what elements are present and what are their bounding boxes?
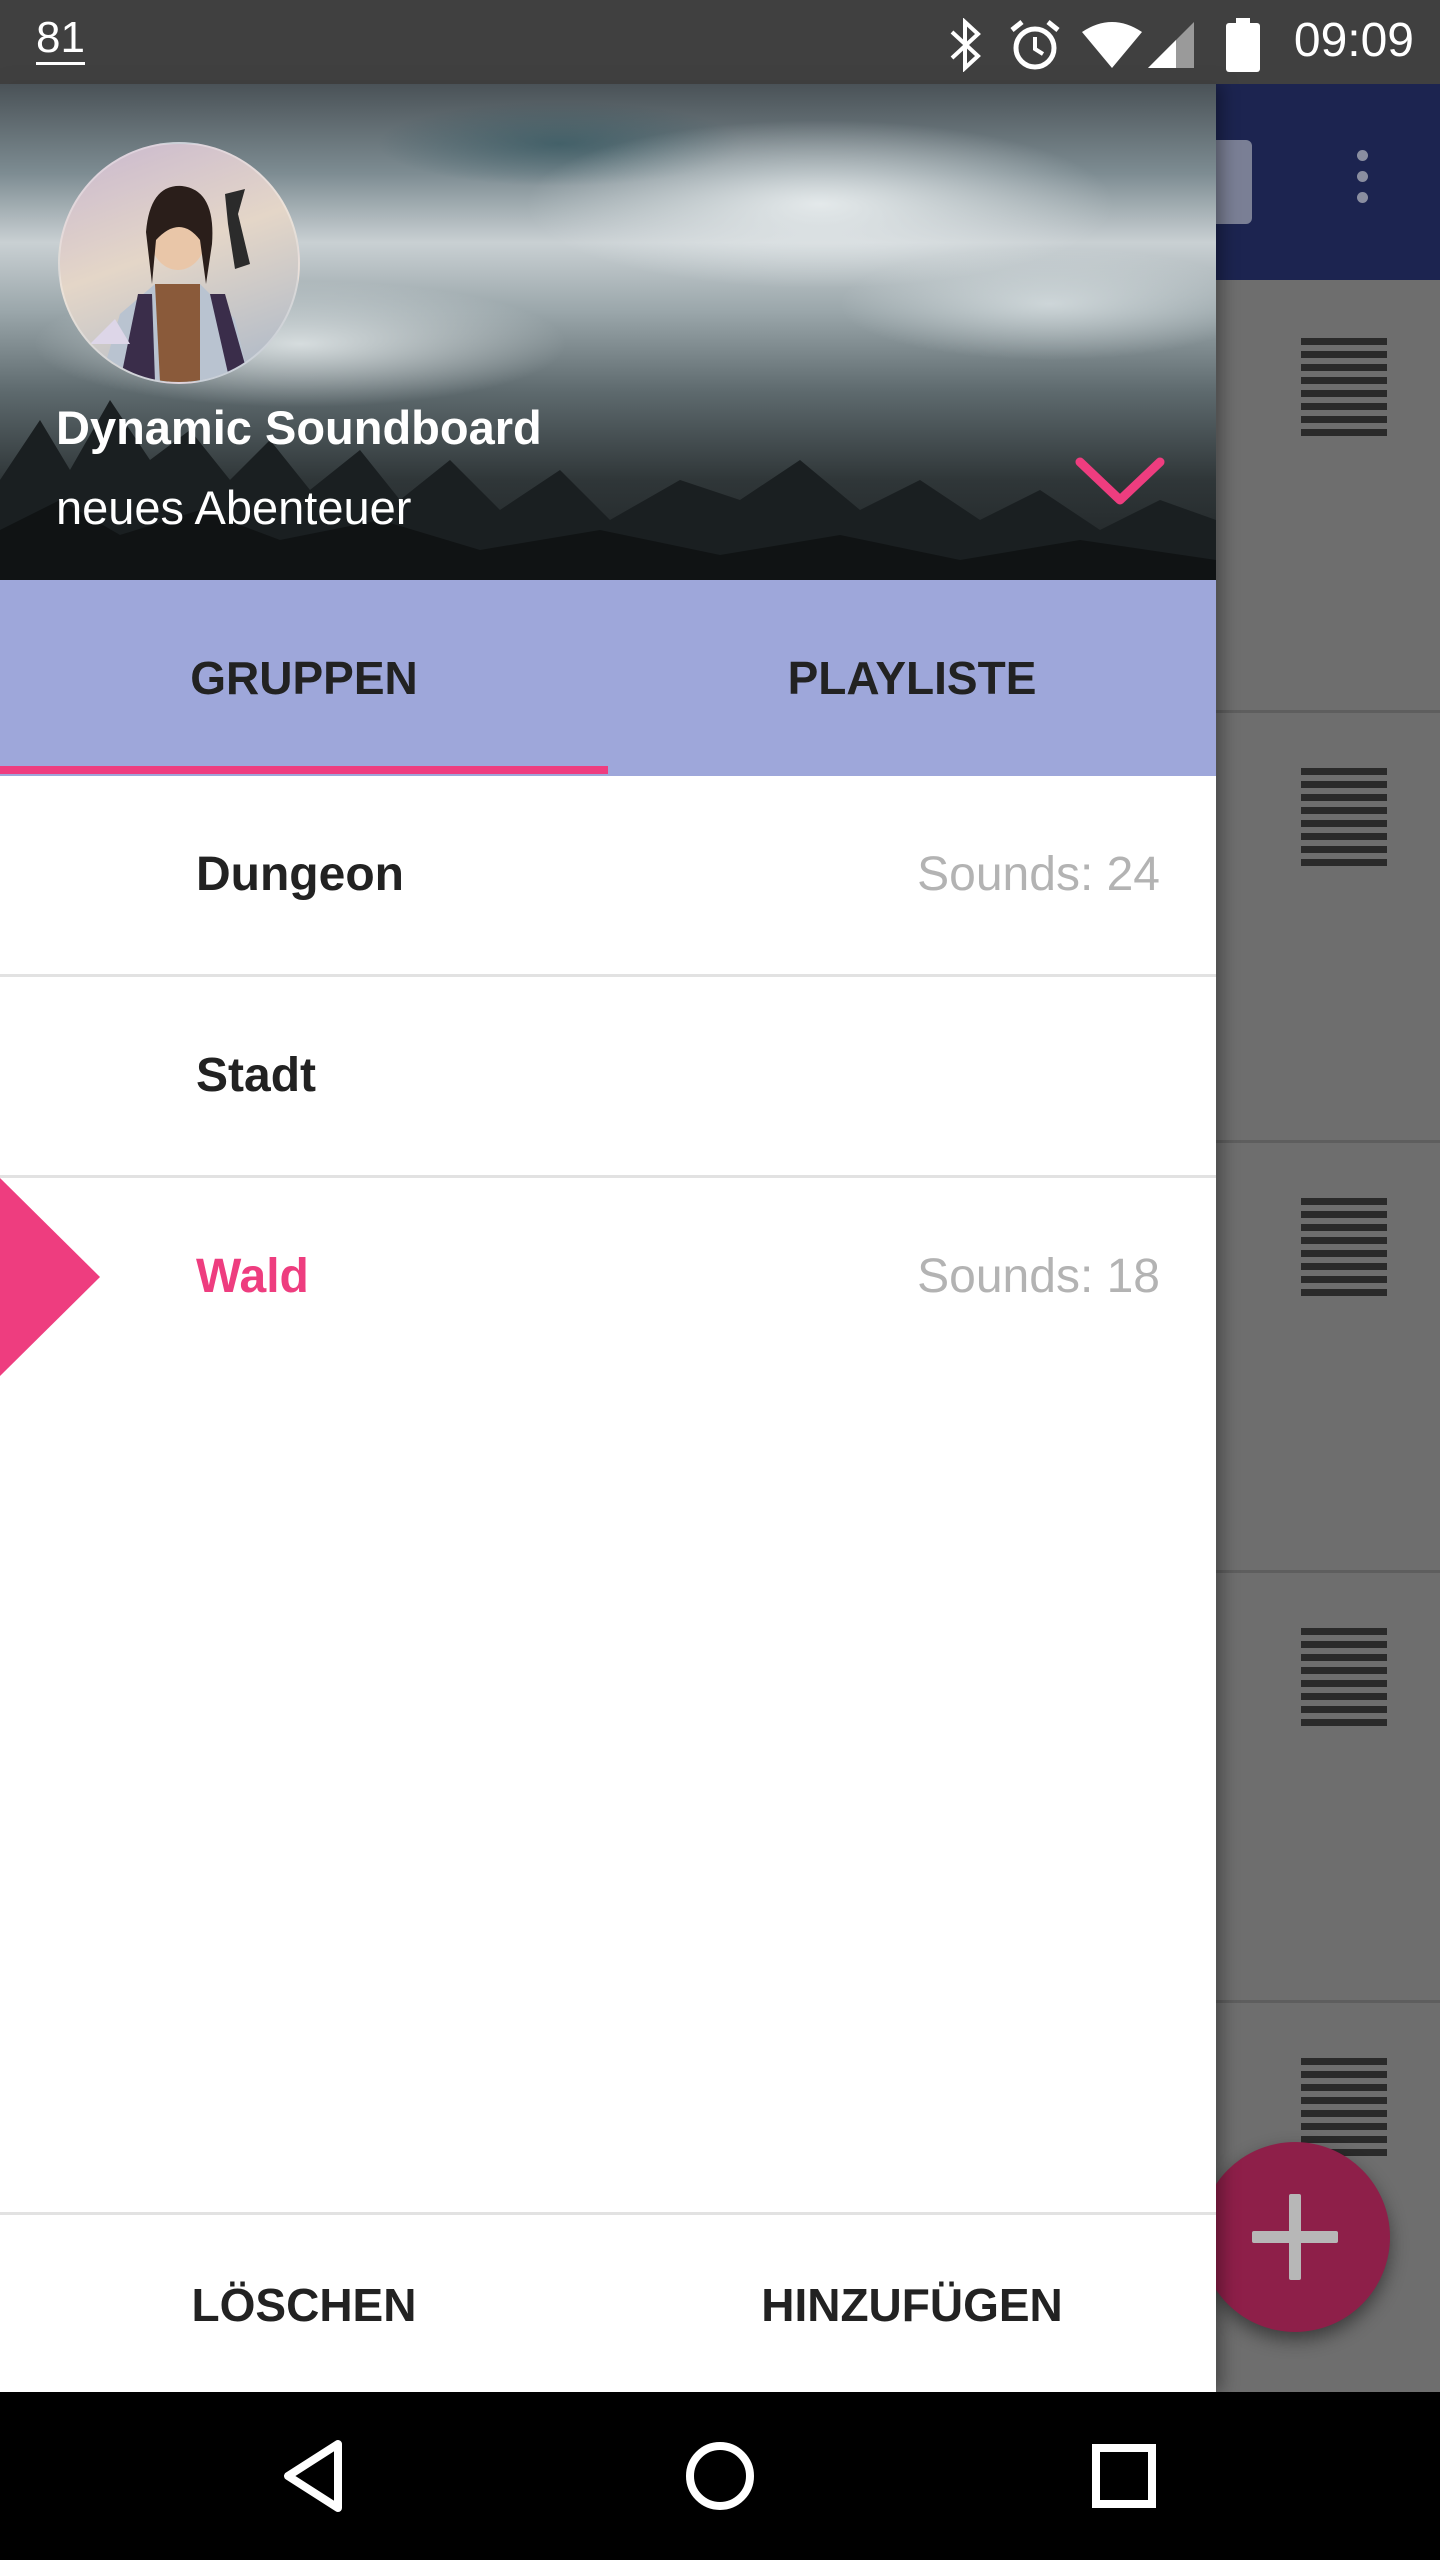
header-title: Dynamic Soundboard	[56, 401, 542, 454]
group-name: Wald	[196, 1250, 309, 1303]
list-item-selected[interactable]: Wald Sounds: 18	[0, 1178, 1216, 1376]
wifi-icon	[1082, 22, 1142, 68]
group-name: Stadt	[196, 1049, 316, 1102]
tab-playliste[interactable]: PLAYLISTE	[608, 580, 1216, 776]
drag-handle-icon[interactable]	[1301, 1198, 1387, 1302]
drag-handle-icon[interactable]	[1301, 338, 1387, 442]
chevron-down-icon[interactable]	[1070, 450, 1170, 520]
more-options-icon[interactable]	[1348, 150, 1376, 214]
tab-indicator	[0, 766, 608, 774]
sound-sheet-row[interactable]	[1215, 710, 1440, 1143]
add-button[interactable]: HINZUFÜGEN	[608, 2215, 1216, 2392]
sound-count: Sounds: 24	[917, 848, 1160, 901]
drawer-footer: LÖSCHEN HINZUFÜGEN	[0, 2212, 1216, 2392]
home-icon[interactable]	[670, 2426, 770, 2526]
tab-gruppen[interactable]: GRUPPEN	[0, 580, 608, 776]
header-subtitle: neues Abenteuer	[56, 481, 412, 534]
notification-count: 81	[36, 14, 85, 65]
back-icon[interactable]	[266, 2426, 366, 2526]
bluetooth-icon	[950, 18, 981, 72]
group-name: Dungeon	[196, 848, 404, 901]
drag-handle-icon[interactable]	[1301, 1628, 1387, 1732]
sound-sheet-row[interactable]	[1215, 1570, 1440, 2003]
alarm-icon	[1010, 20, 1060, 70]
drawer-header: Dynamic Soundboard neues Abenteuer	[0, 84, 1216, 580]
navigation-bar	[0, 2392, 1440, 2560]
avatar-portrait	[90, 185, 250, 382]
delete-button[interactable]: LÖSCHEN	[0, 2215, 608, 2392]
add-sound-fab[interactable]	[1200, 2142, 1390, 2332]
tab-bar: GRUPPEN PLAYLISTE	[0, 580, 1216, 776]
list-item[interactable]: Stadt	[0, 977, 1216, 1178]
sound-sheet-row[interactable]	[1215, 1140, 1440, 1573]
recents-icon[interactable]	[1074, 2426, 1174, 2526]
signal-icon	[1148, 22, 1194, 68]
selected-indicator	[0, 1178, 100, 1376]
sound-count: Sounds: 18	[917, 1250, 1160, 1303]
navigation-drawer[interactable]: Dynamic Soundboard neues Abenteuer GRUPP…	[0, 84, 1216, 2392]
battery-icon	[1226, 18, 1260, 72]
drag-handle-icon[interactable]	[1301, 768, 1387, 872]
avatar[interactable]	[58, 142, 300, 384]
clock: 09:09	[1293, 14, 1414, 67]
forest-silhouette	[0, 400, 1216, 580]
list-item[interactable]: Dungeon Sounds: 24	[0, 776, 1216, 977]
sound-sheet-row[interactable]	[1215, 280, 1440, 713]
status-bar: 81 09:09	[0, 0, 1440, 84]
group-list: Dungeon Sounds: 24 Stadt Wald Sounds: 18	[0, 776, 1216, 1376]
